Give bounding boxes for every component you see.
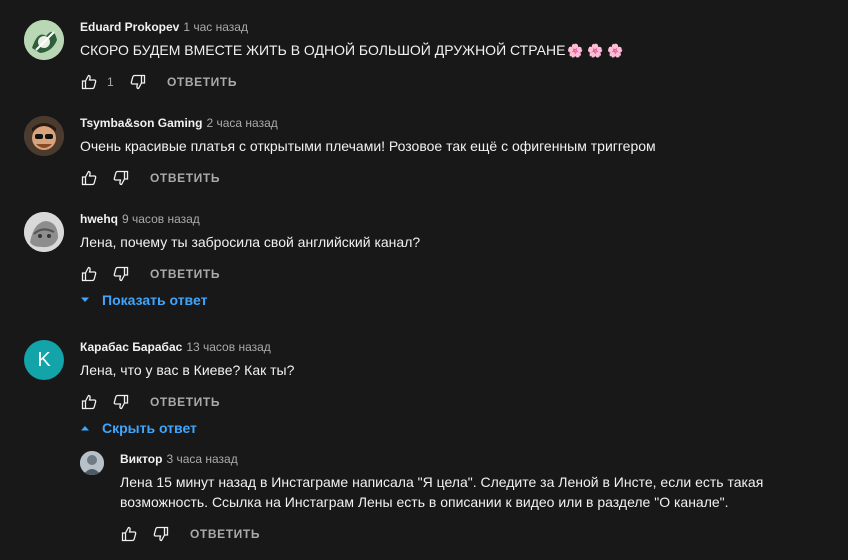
comment-text: Очень красивые платья с открытыми плечам…: [80, 138, 656, 154]
hide-replies-label: Скрыть ответ: [102, 420, 197, 436]
like-icon[interactable]: [80, 393, 98, 411]
chevron-down-icon: [80, 295, 90, 305]
like-icon[interactable]: [80, 73, 98, 91]
chevron-up-icon: [80, 423, 90, 433]
like-icon[interactable]: [120, 525, 138, 543]
author-name[interactable]: Tsymba&son Gaming: [80, 116, 202, 130]
comment-text: Лена, почему ты забросила свой английски…: [80, 234, 421, 250]
avatar[interactable]: [24, 212, 64, 252]
reply-button[interactable]: ОТВЕТИТЬ: [150, 171, 220, 185]
avatar[interactable]: K: [24, 340, 64, 380]
dislike-icon[interactable]: [129, 73, 147, 91]
timestamp[interactable]: 3 часа назад: [166, 452, 237, 466]
author-name[interactable]: Виктор: [120, 452, 162, 466]
dislike-icon[interactable]: [112, 393, 130, 411]
avatar-letter: K: [37, 348, 51, 371]
timestamp[interactable]: 2 часа назад: [206, 116, 277, 130]
author-name[interactable]: Карабас Барабас: [80, 340, 182, 354]
dislike-icon[interactable]: [112, 265, 130, 283]
flower-emoji: 🌸 🌸 🌸: [567, 43, 624, 58]
like-icon[interactable]: [80, 169, 98, 187]
dislike-icon[interactable]: [152, 525, 170, 543]
show-replies-button[interactable]: Показать ответ: [80, 292, 207, 308]
comment-text: СКОРО БУДЕМ ВМЕСТЕ ЖИТЬ В ОДНОЙ БОЛЬШОЙ …: [80, 42, 566, 58]
reply-button[interactable]: ОТВЕТИТЬ: [167, 75, 237, 89]
timestamp[interactable]: 9 часов назад: [122, 212, 200, 226]
like-icon[interactable]: [80, 265, 98, 283]
reply-button[interactable]: ОТВЕТИТЬ: [190, 527, 260, 541]
like-count: 1: [107, 75, 114, 89]
show-replies-label: Показать ответ: [102, 292, 208, 308]
timestamp[interactable]: 1 час назад: [183, 20, 248, 34]
reply-text: Лена 15 минут назад в Инстаграме написал…: [120, 474, 764, 510]
reply-button[interactable]: ОТВЕТИТЬ: [150, 395, 220, 409]
avatar[interactable]: [80, 451, 104, 475]
reply-button[interactable]: ОТВЕТИТЬ: [150, 267, 220, 281]
avatar[interactable]: [24, 20, 64, 60]
hide-replies-button[interactable]: Скрыть ответ: [80, 420, 197, 436]
timestamp[interactable]: 13 часов назад: [186, 340, 270, 354]
dislike-icon[interactable]: [112, 169, 130, 187]
author-name[interactable]: Eduard Prokopev: [80, 20, 179, 34]
comment-text: Лена, что у вас в Киеве? Как ты?: [80, 362, 295, 378]
avatar[interactable]: [24, 116, 64, 156]
author-name[interactable]: hwehq: [80, 212, 118, 226]
